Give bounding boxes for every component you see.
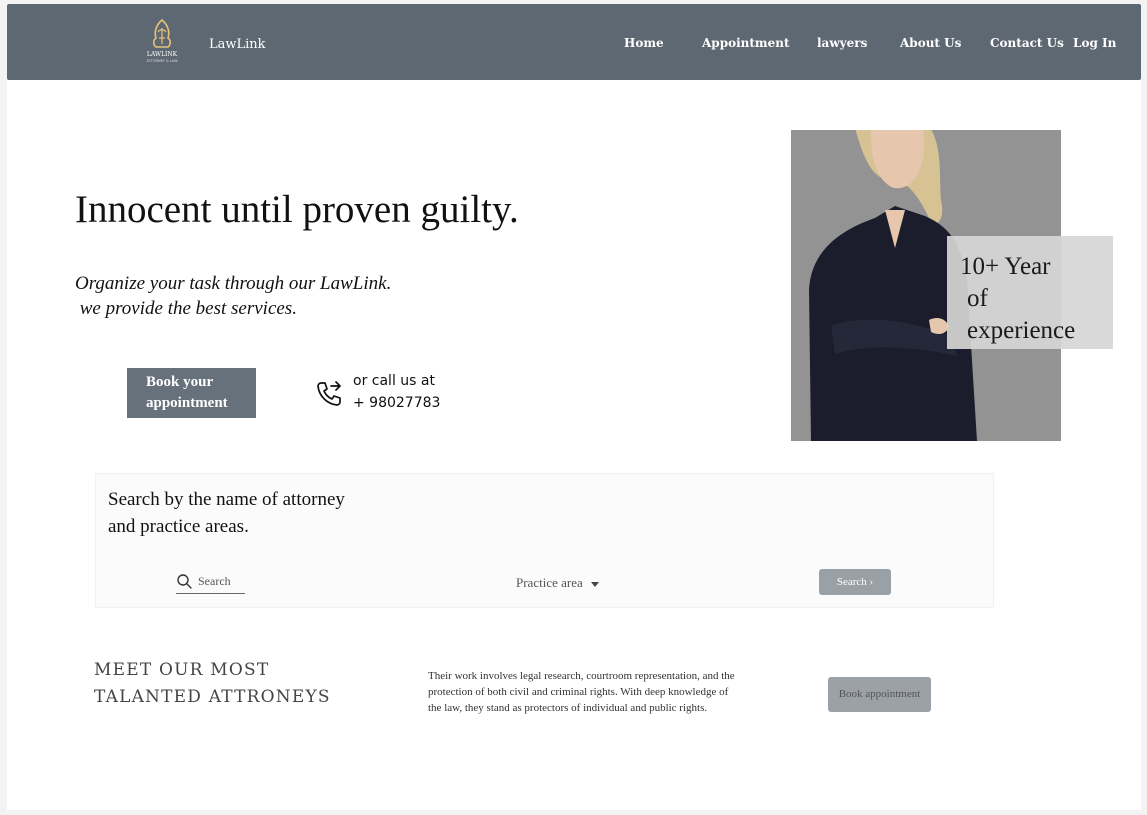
caret-down-icon — [590, 581, 599, 587]
attorney-search-panel: Search by the name of attorney and pract… — [95, 473, 994, 608]
nav-appointment[interactable]: Appointment — [702, 36, 790, 50]
attorneys-description-line: protection of both civil and criminal ri… — [428, 686, 729, 698]
book-button-label-line: appointment — [146, 395, 228, 411]
call-us-text: or call us at + 98027783 — [353, 370, 440, 414]
search-button[interactable]: Search › — [819, 569, 891, 595]
page: LAWLINK ATTORNEY & LAW LawLink Home Appo… — [7, 4, 1141, 810]
search-title-line: and practice areas. — [108, 516, 249, 537]
practice-area-label: Practice area — [516, 575, 583, 590]
search-title: Search by the name of attorney and pract… — [108, 486, 345, 540]
book-appointment-secondary-button[interactable]: Book appointment — [828, 677, 931, 712]
top-navbar: LAWLINK ATTORNEY & LAW LawLink Home Appo… — [7, 4, 1141, 80]
practice-area-select[interactable]: Practice area — [516, 575, 599, 591]
search-icon — [177, 574, 192, 589]
nav-contact-us[interactable]: Contact Us — [990, 36, 1064, 50]
attorneys-title-line: MEET OUR MOST — [94, 660, 270, 680]
main-nav: Home Appointment lawyers About Us Contac… — [7, 36, 1141, 56]
hero-subtitle-line: we provide the best services. — [75, 298, 297, 319]
hero-subtitle: Organize your task through our LawLink. … — [75, 271, 391, 321]
book-appointment-button[interactable]: Book your appointment — [127, 368, 256, 418]
experience-line: experience — [967, 317, 1076, 344]
phone-forward-icon — [317, 381, 341, 406]
attorneys-section-title: MEET OUR MOST TALANTED ATTRONEYS — [94, 657, 331, 711]
call-us-label: or call us at — [353, 373, 435, 389]
search-placeholder: Search — [198, 574, 231, 588]
attorneys-description-line: the law, they stand as protectors of ind… — [428, 702, 708, 714]
attorneys-description-line: Their work involves legal research, cour… — [428, 670, 735, 682]
book-button-label-line: Book your — [146, 374, 214, 390]
experience-line: 10+ Year — [960, 253, 1051, 280]
nav-lawyers[interactable]: lawyers — [817, 36, 867, 50]
phone-number[interactable]: + 98027783 — [353, 392, 440, 414]
hero-subtitle-line: Organize your task through our LawLink. — [75, 273, 392, 294]
attorneys-description: Their work involves legal research, cour… — [428, 668, 735, 716]
experience-line: of — [967, 285, 988, 312]
experience-badge: 10+ Year of experience — [947, 236, 1113, 349]
search-input[interactable]: Search — [176, 573, 245, 594]
search-title-line: Search by the name of attorney — [108, 489, 345, 510]
svg-text:ATTORNEY & LAW: ATTORNEY & LAW — [146, 59, 178, 63]
attorneys-title-line: TALANTED ATTRONEYS — [94, 687, 331, 707]
nav-log-in[interactable]: Log In — [1073, 36, 1116, 50]
nav-home[interactable]: Home — [624, 36, 664, 50]
hero-headline: Innocent until proven guilty. — [75, 188, 519, 231]
nav-about-us[interactable]: About Us — [900, 36, 961, 50]
